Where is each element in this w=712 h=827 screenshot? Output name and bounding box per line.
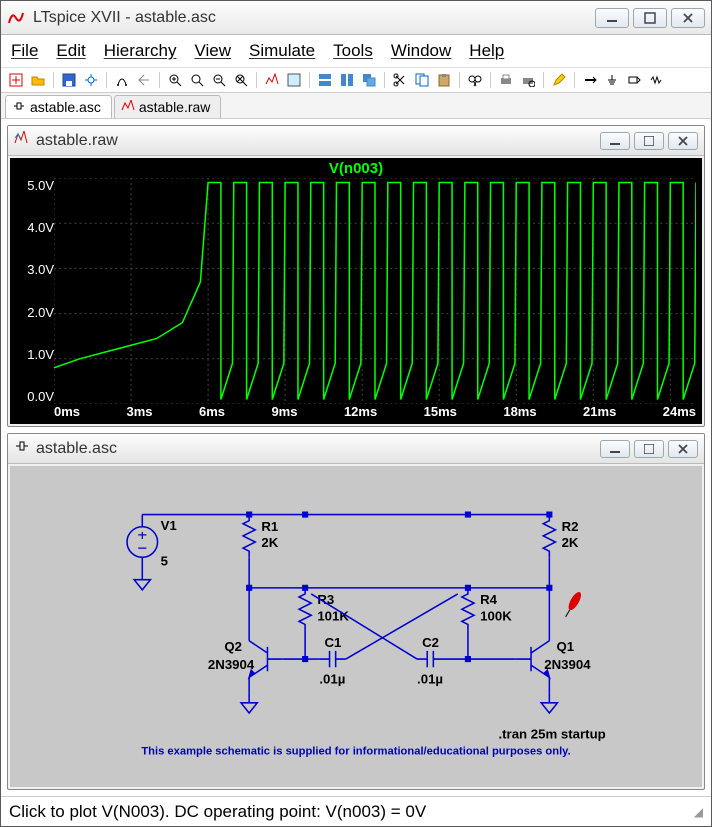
svg-text:2N3904: 2N3904 xyxy=(208,657,255,672)
schematic-icon xyxy=(14,439,30,458)
menu-edit[interactable]: Edit xyxy=(56,41,85,61)
tab-label: astable.asc xyxy=(30,99,101,115)
main-window: LTspice XVII - astable.asc File Edit Hie… xyxy=(0,0,712,827)
menu-simulate[interactable]: Simulate xyxy=(249,41,315,61)
paste-icon[interactable] xyxy=(435,71,453,89)
svg-text:Q1: Q1 xyxy=(556,639,574,654)
zoom-out-icon[interactable] xyxy=(210,71,228,89)
y-axis: 5.0V 4.0V 3.0V 2.0V 1.0V 0.0V xyxy=(14,178,54,404)
schematic-window-title: astable.asc xyxy=(36,440,117,458)
minimize-button[interactable] xyxy=(595,8,629,28)
resistor-icon[interactable] xyxy=(647,71,665,89)
control-panel-icon[interactable] xyxy=(82,71,100,89)
svg-text:This example schematic is supp: This example schematic is supplied for i… xyxy=(141,746,570,758)
svg-text:5: 5 xyxy=(161,553,168,568)
schematic-canvas[interactable]: V15 R1 2K R2 2K R3 101K R4 100K C1 .01µ … xyxy=(10,466,702,787)
child-close-button[interactable] xyxy=(668,440,698,458)
close-button[interactable] xyxy=(671,8,705,28)
waveform-titlebar[interactable]: astable.raw xyxy=(8,126,704,156)
cascade-icon[interactable] xyxy=(360,71,378,89)
halt-icon[interactable] xyxy=(135,71,153,89)
print-setup-icon[interactable] xyxy=(519,71,537,89)
tab-schematic[interactable]: astable.asc xyxy=(5,95,112,118)
child-close-button[interactable] xyxy=(668,132,698,150)
tab-waveform[interactable]: astable.raw xyxy=(114,95,222,118)
zoom-in-icon[interactable] xyxy=(166,71,184,89)
titlebar[interactable]: LTspice XVII - astable.asc xyxy=(1,1,711,35)
window-controls xyxy=(595,8,705,28)
schematic-titlebar[interactable]: astable.asc xyxy=(8,434,704,464)
window-title: LTspice XVII - astable.asc xyxy=(33,9,595,27)
open-icon[interactable] xyxy=(29,71,47,89)
log-icon[interactable] xyxy=(285,71,303,89)
child-maximize-button[interactable] xyxy=(634,132,664,150)
copy-icon[interactable] xyxy=(413,71,431,89)
document-tabs: astable.asc astable.raw xyxy=(1,93,711,119)
menu-help[interactable]: Help xyxy=(469,41,504,61)
waveform-trace xyxy=(54,178,696,404)
svg-text:C1: C1 xyxy=(324,635,341,650)
waveform-tab-icon xyxy=(121,99,135,115)
save-icon[interactable] xyxy=(60,71,78,89)
menu-hierarchy[interactable]: Hierarchy xyxy=(104,41,177,61)
autorange-icon[interactable] xyxy=(263,71,281,89)
tile-h-icon[interactable] xyxy=(316,71,334,89)
menu-view[interactable]: View xyxy=(194,41,231,61)
svg-text:R2: R2 xyxy=(562,519,579,534)
statusbar: Click to plot V(N003). DC operating poin… xyxy=(1,796,711,826)
child-minimize-button[interactable] xyxy=(600,440,630,458)
search-icon[interactable] xyxy=(466,71,484,89)
pencil-icon[interactable] xyxy=(550,71,568,89)
x-axis: 0ms 3ms 6ms 9ms 12ms 15ms 18ms 21ms 24ms xyxy=(54,404,696,422)
child-minimize-button[interactable] xyxy=(600,132,630,150)
svg-text:100K: 100K xyxy=(480,608,512,623)
child-maximize-button[interactable] xyxy=(634,440,664,458)
svg-text:C2: C2 xyxy=(422,635,439,650)
svg-text:R1: R1 xyxy=(261,519,278,534)
ground-icon[interactable] xyxy=(603,71,621,89)
app-icon xyxy=(7,9,25,27)
svg-text:101K: 101K xyxy=(317,608,349,623)
waveform-window: astable.raw V(n003) 5.0V 4.0V 3.0V 2.0V … xyxy=(7,125,705,427)
wire-icon[interactable] xyxy=(581,71,599,89)
svg-text:2K: 2K xyxy=(562,535,579,550)
svg-text:R4: R4 xyxy=(480,592,498,607)
menubar: File Edit Hierarchy View Simulate Tools … xyxy=(1,35,711,68)
zoom-fit-icon[interactable] xyxy=(232,71,250,89)
schematic-window: astable.asc V15 R1 2K R2 2K R3 101K R4 1… xyxy=(7,433,705,790)
svg-text:Q2: Q2 xyxy=(224,639,242,654)
plot-area[interactable]: V(n003) 5.0V 4.0V 3.0V 2.0V 1.0V 0.0V 0m… xyxy=(10,158,702,424)
new-schematic-icon[interactable] xyxy=(7,71,25,89)
mdi-workspace: astable.raw V(n003) 5.0V 4.0V 3.0V 2.0V … xyxy=(1,119,711,796)
tile-v-icon[interactable] xyxy=(338,71,356,89)
tab-label: astable.raw xyxy=(139,99,211,115)
svg-text:.01µ: .01µ xyxy=(417,671,443,686)
menu-window[interactable]: Window xyxy=(391,41,451,61)
resize-grip[interactable]: ◢ xyxy=(694,805,703,819)
svg-text:.01µ: .01µ xyxy=(319,671,345,686)
svg-text:.tran 25m startup: .tran 25m startup xyxy=(498,726,605,741)
menu-file[interactable]: File xyxy=(11,41,38,61)
menu-tools[interactable]: Tools xyxy=(333,41,373,61)
label-icon[interactable] xyxy=(625,71,643,89)
maximize-button[interactable] xyxy=(633,8,667,28)
svg-text:2K: 2K xyxy=(261,535,278,550)
cut-icon[interactable] xyxy=(391,71,409,89)
pan-icon[interactable] xyxy=(188,71,206,89)
schematic-tab-icon xyxy=(12,99,26,115)
toolbar xyxy=(1,68,711,93)
trace-label[interactable]: V(n003) xyxy=(10,160,702,177)
svg-text:2N3904: 2N3904 xyxy=(544,657,591,672)
print-icon[interactable] xyxy=(497,71,515,89)
run-icon[interactable] xyxy=(113,71,131,89)
svg-text:V1: V1 xyxy=(161,518,177,533)
waveform-icon xyxy=(14,131,30,150)
status-text: Click to plot V(N003). DC operating poin… xyxy=(9,802,426,822)
waveform-window-title: astable.raw xyxy=(36,132,118,150)
